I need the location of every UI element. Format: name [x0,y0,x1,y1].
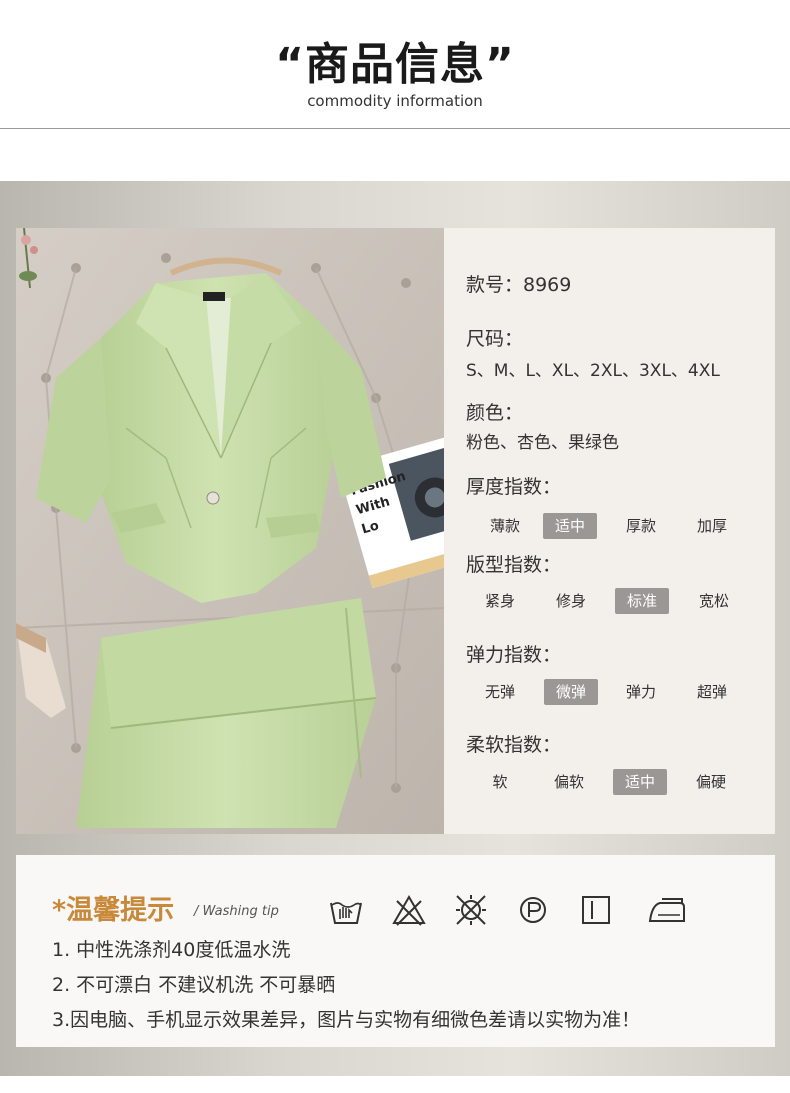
softness-option: 偏软 [553,773,584,791]
elasticity-option: 超弹 [696,683,727,701]
thickness-label: 厚度指数： [466,476,562,498]
product-photo: Fashion With Lo [16,228,444,834]
dry-clean-p-icon [520,897,546,923]
fit-option-selected: 标准 [615,588,669,614]
softness-options: 软 偏软 适中 偏硬 [466,769,766,795]
thickness-option: 加厚 [696,517,727,535]
fit-options: 紧身 修身 标准 宽松 [466,588,766,614]
softness-label: 柔软指数： [466,734,562,756]
thickness-option-selected: 适中 [543,513,597,539]
header-divider [0,128,790,129]
do-not-tumble-dry-icon [456,895,486,925]
page-header: “商品信息” commodity information [0,0,790,130]
page-title: “商品信息” [275,39,515,90]
size-label: 尺码： [466,328,524,350]
thickness-option: 厚款 [625,517,656,535]
elasticity-options: 无弹 微弹 弹力 超弹 [466,679,766,705]
size-values: S、M、L、XL、2XL、3XL、4XL [466,361,720,381]
color-label: 颜色： [466,402,524,424]
washing-tips-subtitle: / Washing tip [194,904,279,919]
color-values: 粉色、杏色、果绿色 [466,433,619,453]
green-suit-illustration: Fashion With Lo [16,228,444,834]
elasticity-option: 无弹 [484,683,515,701]
hand-wash-40-icon [330,902,362,924]
care-line-2: 2. 不可漂白 不建议机洗 不可暴晒 [52,974,336,996]
fit-option: 宽松 [698,592,729,610]
softness-option: 软 [492,773,508,791]
do-not-bleach-icon [392,894,426,926]
thickness-options: 薄款 适中 厚款 加厚 [466,513,766,539]
drip-dry-icon [582,896,610,924]
care-icons [328,893,688,929]
low-iron-icon [648,898,685,922]
washing-tips-panel: *温馨提示 / Washing tip 1. 中性洗涤剂40度低温水洗 2. 不… [16,855,775,1047]
style-number: 款号：8969 [466,274,572,296]
washing-tips-title: *温馨提示 [52,895,175,926]
elasticity-label: 弹力指数： [466,644,562,666]
elasticity-option: 弹力 [625,683,656,701]
thickness-option: 薄款 [489,517,520,535]
fit-option: 修身 [555,592,586,610]
care-line-3: 3.因电脑、手机显示效果差异，图片与实物有细微色差请以实物为准！ [52,1009,641,1031]
elasticity-option-selected: 微弹 [544,679,598,705]
fit-option: 紧身 [484,592,515,610]
care-line-1: 1. 中性洗涤剂40度低温水洗 [52,939,291,961]
fit-label: 版型指数： [466,554,562,576]
page-subtitle: commodity information [307,92,483,110]
softness-option: 偏硬 [695,773,726,791]
spec-panel: 款号：8969 尺码： S、M、L、XL、2XL、3XL、4XL 颜色： 粉色、… [444,228,775,834]
softness-option-selected: 适中 [613,769,667,795]
